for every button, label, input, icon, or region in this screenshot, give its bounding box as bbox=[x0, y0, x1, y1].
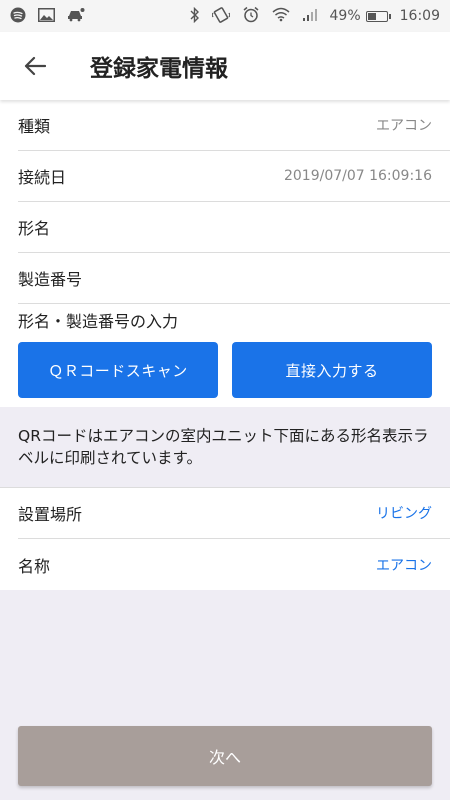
next-button[interactable]: 次へ bbox=[18, 726, 432, 786]
vibrate-icon bbox=[210, 6, 231, 26]
car-icon bbox=[67, 7, 85, 25]
battery-group: 49% bbox=[329, 8, 391, 24]
wifi-icon bbox=[272, 7, 290, 25]
page-title: 登録家電情報 bbox=[90, 56, 228, 82]
detail-label: 形名 bbox=[18, 219, 51, 238]
input-buttons: ＱＲコードスキャン 直接入力する bbox=[0, 334, 450, 412]
detail-row-model: 形名 bbox=[18, 202, 450, 253]
back-button[interactable] bbox=[0, 32, 70, 100]
direct-input-button[interactable]: 直接入力する bbox=[232, 342, 432, 398]
image-icon bbox=[38, 7, 55, 25]
detail-row-type: 種類 エアコン bbox=[18, 100, 450, 151]
qr-scan-button[interactable]: ＱＲコードスキャン bbox=[18, 342, 218, 398]
status-bar: 49% 16:09 bbox=[0, 0, 450, 32]
alarm-icon bbox=[242, 6, 260, 26]
setting-row-name[interactable]: 名称 エアコン bbox=[18, 539, 450, 590]
battery-percent: 49% bbox=[329, 8, 361, 24]
detail-label: 接続日 bbox=[18, 168, 67, 187]
signal-icon bbox=[302, 8, 318, 25]
detail-label: 製造番号 bbox=[18, 270, 83, 289]
setting-row-location[interactable]: 設置場所 リビング bbox=[18, 488, 450, 539]
status-bar-right: 49% 16:09 bbox=[190, 6, 440, 26]
spotify-icon bbox=[10, 7, 26, 26]
arrow-left-icon bbox=[24, 56, 46, 76]
status-bar-left bbox=[10, 7, 85, 26]
setting-value-link[interactable]: エアコン bbox=[376, 555, 432, 575]
clock: 16:09 bbox=[399, 8, 440, 24]
appliance-details: 種類 エアコン 接続日 2019/07/07 16:09:16 形名 製造番号 … bbox=[0, 100, 450, 412]
detail-value: 2019/07/07 16:09:16 bbox=[283, 168, 432, 184]
appliance-settings: 設置場所 リビング 名称 エアコン bbox=[0, 487, 450, 590]
bluetooth-icon bbox=[190, 6, 200, 26]
setting-value-link[interactable]: リビング bbox=[376, 503, 432, 523]
setting-label: 名称 bbox=[18, 556, 51, 576]
battery-icon bbox=[365, 10, 391, 22]
qr-info-text: QRコードはエアコンの室内ユニット下面にある形名表示ラベルに印刷されています。 bbox=[0, 407, 450, 487]
app-bar: 登録家電情報 bbox=[0, 32, 450, 100]
input-section-label: 形名・製造番号の入力 bbox=[18, 312, 179, 331]
detail-value: エアコン bbox=[376, 118, 432, 134]
battery-fill bbox=[367, 12, 376, 20]
detail-row-serial: 製造番号 bbox=[18, 253, 450, 304]
setting-label: 設置場所 bbox=[18, 505, 83, 524]
detail-row-connection-date: 接続日 2019/07/07 16:09:16 bbox=[18, 151, 450, 202]
detail-label: 種類 bbox=[18, 117, 51, 136]
